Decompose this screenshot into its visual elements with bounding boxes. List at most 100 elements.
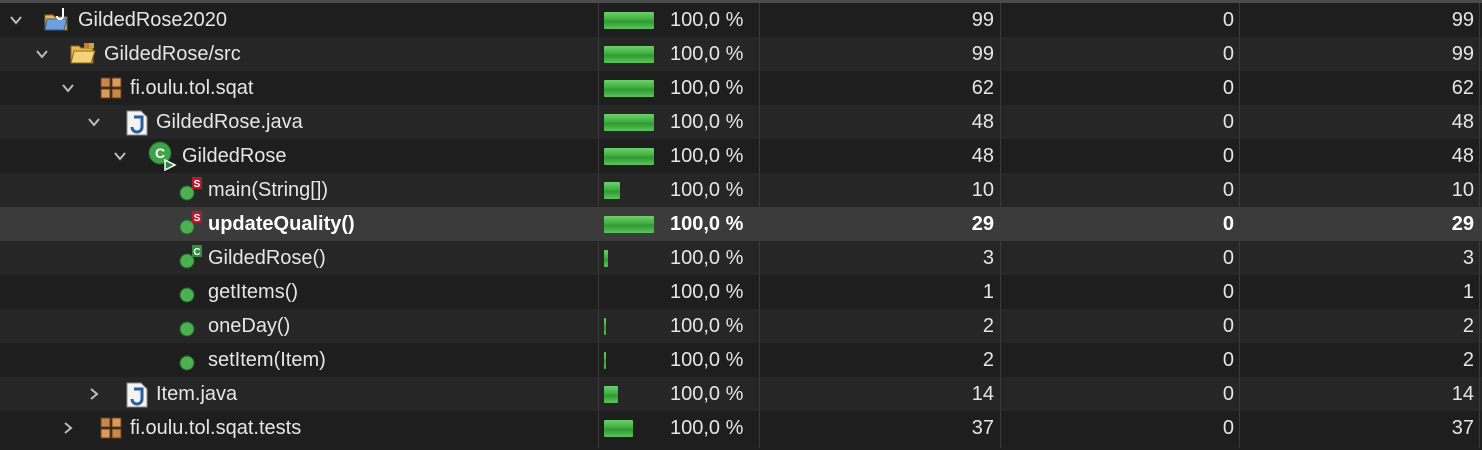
coverage-bar [604,182,654,199]
tree-item-label: setItem(Item) [208,349,326,371]
total-count: 29 [1451,213,1474,235]
missed-count: 0 [1222,315,1234,337]
package-icon [100,416,124,440]
coverage-percent: 100,0 % [670,77,744,99]
tree-row-method[interactable]: getItems() 100,0 % 1 0 1 [0,275,1482,309]
coverage-bar-fill [604,80,654,97]
chevron-down-icon[interactable] [112,139,128,173]
coverage-bar-fill [604,386,618,403]
missed-count: 0 [1222,383,1234,405]
column-divider[interactable] [1000,3,1001,448]
coverage-percent: 100,0 % [670,383,744,405]
covered-count: 3 [982,247,994,269]
class-icon: C [148,141,178,172]
tree-row-class[interactable]: C GildedRose 100,0 % 48 0 48 [0,139,1482,173]
tree-row-method[interactable]: oneDay() 100,0 % 2 0 2 [0,309,1482,343]
missed-count: 0 [1222,247,1234,269]
covered-count: 14 [971,383,994,405]
tree-row-constructor[interactable]: C GildedRose() 100,0 % 3 0 3 [0,241,1482,275]
column-divider[interactable] [1479,3,1480,448]
element-cell: C GildedRose [0,139,598,173]
covered-count: 2 [982,349,994,371]
chevron-down-icon[interactable] [60,71,76,105]
java-file-icon [126,382,150,408]
coverage-bar-fill [604,148,654,165]
tree-item-label: fi.oulu.tol.sqat.tests [130,417,302,439]
tree-item-label: GildedRose2020 [78,9,227,31]
missed-count: 0 [1222,349,1234,371]
coverage-percent: 100,0 % [670,247,744,269]
total-count: 48 [1451,111,1474,133]
total-count: 2 [1462,349,1474,371]
chevron-down-icon[interactable] [86,105,102,139]
static-method-icon: S [178,210,202,235]
coverage-bar [604,250,654,267]
chevron-right-icon[interactable] [60,411,76,445]
covered-count: 62 [971,77,994,99]
tree-item-label: Item.java [156,383,238,405]
column-divider[interactable] [1239,3,1240,448]
method-icon [178,280,202,304]
tree-row-project[interactable]: GildedRose2020 100,0 % 99 0 99 [0,3,1482,37]
tree-row-package[interactable]: fi.oulu.tol.sqat 100,0 % 62 0 62 [0,71,1482,105]
element-cell: oneDay() [0,309,598,343]
total-count: 48 [1451,145,1474,167]
missed-count: 0 [1222,111,1234,133]
missed-count: 0 [1222,417,1234,439]
tree-item-label: getItems() [208,281,299,303]
column-divider[interactable] [759,3,760,448]
coverage-bar [604,284,654,301]
coverage-bar-fill [604,250,608,267]
tree-row-java-file[interactable]: GildedRose.java 100,0 % 48 0 48 [0,105,1482,139]
coverage-bar [604,114,654,131]
total-count: 99 [1451,43,1474,65]
coverage-tree-table: GildedRose2020 100,0 % 99 0 99 GildedRos… [0,3,1482,445]
coverage-bar [604,216,654,233]
covered-count: 48 [971,111,994,133]
coverage-percent: 100,0 % [670,145,744,167]
total-count: 62 [1451,77,1474,99]
coverage-percent: 100,0 % [670,281,744,303]
coverage-percent: 100,0 % [670,9,744,31]
covered-count: 37 [971,417,994,439]
package-icon [100,76,124,100]
coverage-bar [604,352,654,369]
constructor-icon: C [178,244,202,269]
coverage-percent: 100,0 % [670,417,744,439]
coverage-percent: 100,0 % [670,43,744,65]
total-count: 1 [1462,281,1474,303]
missed-count: 0 [1222,213,1234,235]
method-icon [178,348,202,372]
missed-count: 0 [1222,9,1234,31]
tree-row-method[interactable]: S main(String[]) 100,0 % 10 0 10 [0,173,1482,207]
chevron-down-icon[interactable] [34,37,50,71]
missed-count: 0 [1222,77,1234,99]
coverage-percent: 100,0 % [670,315,744,337]
tree-row-java-file[interactable]: Item.java 100,0 % 14 0 14 [0,377,1482,411]
coverage-bar [604,318,654,335]
missed-count: 0 [1222,179,1234,201]
source-folder-icon [70,42,96,66]
element-cell: getItems() [0,275,598,309]
element-cell: fi.oulu.tol.sqat [0,71,598,105]
missed-count: 0 [1222,281,1234,303]
tree-row-method[interactable]: setItem(Item) 100,0 % 2 0 2 [0,343,1482,377]
element-cell: C GildedRose() [0,241,598,275]
tree-item-label: GildedRose.java [156,111,303,133]
chevron-down-icon[interactable] [8,3,24,37]
coverage-bar-fill [604,420,633,437]
coverage-bar [604,148,654,165]
coverage-bar [604,12,654,29]
tree-row-source-folder[interactable]: GildedRose/src 100,0 % 99 0 99 [0,37,1482,71]
total-count: 2 [1462,315,1474,337]
tree-item-label: updateQuality() [208,213,355,235]
element-cell: GildedRose2020 [0,3,598,37]
total-count: 14 [1451,383,1474,405]
covered-count: 1 [982,281,994,303]
tree-row-method-selected[interactable]: S updateQuality() 100,0 % 29 0 29 [0,207,1482,241]
tree-row-package[interactable]: fi.oulu.tol.sqat.tests 100,0 % 37 0 37 [0,411,1482,445]
covered-count: 99 [971,9,994,31]
java-file-icon [126,110,150,136]
chevron-right-icon[interactable] [86,377,102,411]
column-divider[interactable] [598,3,599,448]
